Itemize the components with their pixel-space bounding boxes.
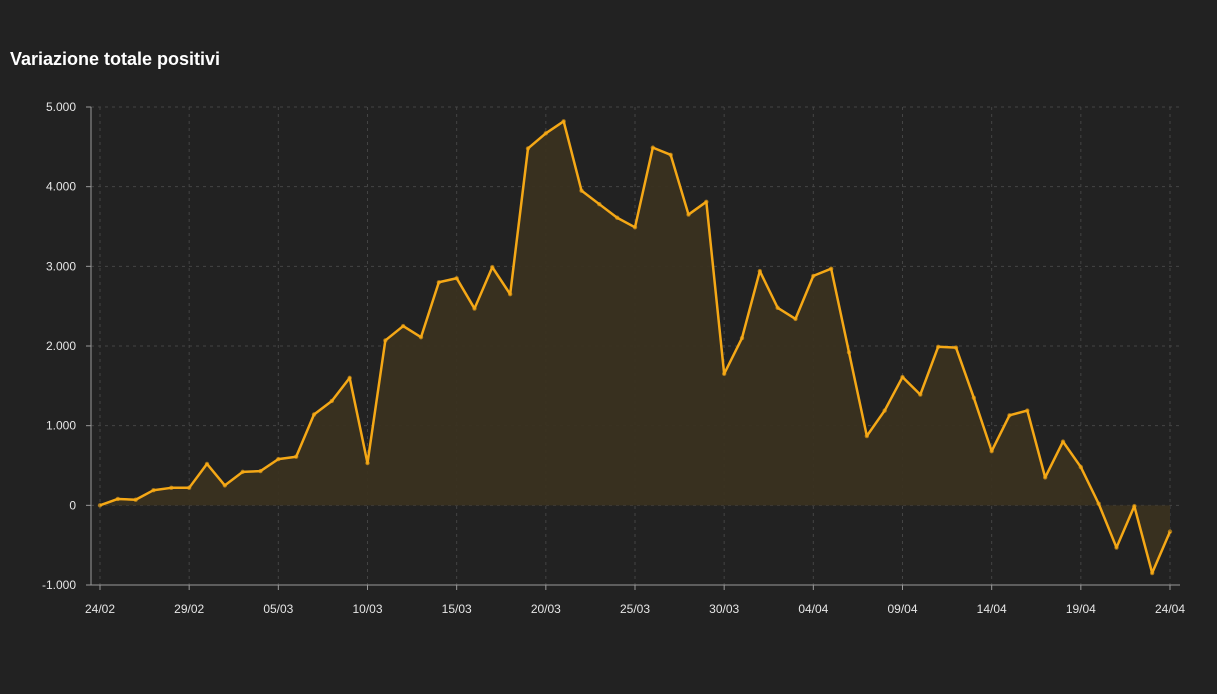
data-point bbox=[543, 131, 549, 136]
data-point bbox=[418, 335, 424, 340]
y-tick-label: 2.000 bbox=[46, 339, 76, 353]
y-tick-label: 0 bbox=[69, 498, 76, 512]
data-point bbox=[757, 268, 763, 274]
data-point bbox=[347, 375, 352, 381]
x-tick-label: 20/03 bbox=[531, 602, 561, 616]
data-point bbox=[329, 398, 335, 404]
data-point bbox=[1096, 501, 1101, 506]
data-point bbox=[953, 345, 959, 350]
data-point bbox=[97, 503, 103, 508]
data-point bbox=[525, 146, 531, 151]
x-tick-label: 05/03 bbox=[263, 602, 293, 616]
data-point bbox=[400, 323, 406, 329]
data-point bbox=[115, 496, 121, 502]
data-point bbox=[828, 266, 834, 271]
data-point bbox=[597, 201, 602, 207]
data-point bbox=[293, 454, 299, 459]
x-tick-label: 29/02 bbox=[174, 602, 204, 616]
data-point bbox=[365, 460, 370, 466]
data-point bbox=[918, 392, 923, 397]
data-point bbox=[507, 292, 513, 297]
data-point bbox=[989, 448, 994, 454]
data-point bbox=[686, 212, 691, 217]
data-point bbox=[739, 335, 745, 341]
y-tick-label: -1.000 bbox=[42, 578, 76, 592]
data-point bbox=[1078, 464, 1084, 470]
data-point bbox=[1114, 545, 1119, 550]
data-point bbox=[454, 276, 459, 281]
data-point bbox=[971, 395, 977, 400]
data-point bbox=[811, 273, 816, 279]
y-tick-label: 4.000 bbox=[46, 180, 76, 194]
data-point bbox=[276, 456, 281, 462]
data-point bbox=[900, 374, 905, 380]
data-point bbox=[882, 408, 887, 413]
y-tick-label: 5.000 bbox=[46, 100, 76, 114]
data-point bbox=[632, 225, 638, 230]
x-tick-label: 10/03 bbox=[352, 602, 382, 616]
x-tick-label: 04/04 bbox=[798, 602, 828, 616]
data-point bbox=[258, 468, 263, 474]
data-point bbox=[186, 485, 192, 491]
data-point bbox=[864, 433, 870, 439]
data-point bbox=[383, 338, 388, 343]
x-tick-label: 30/03 bbox=[709, 602, 739, 616]
y-tick-label: 3.000 bbox=[46, 259, 76, 273]
data-point bbox=[579, 188, 584, 193]
data-point bbox=[614, 215, 620, 220]
data-point bbox=[436, 280, 442, 285]
data-point bbox=[721, 371, 727, 377]
data-point bbox=[775, 305, 780, 310]
data-point bbox=[846, 350, 852, 355]
data-point bbox=[650, 145, 656, 150]
data-point bbox=[704, 199, 709, 204]
series-area bbox=[100, 121, 1170, 574]
data-point bbox=[935, 344, 941, 349]
data-point bbox=[169, 485, 174, 491]
data-point bbox=[1042, 475, 1048, 480]
data-point bbox=[151, 488, 156, 493]
x-tick-label: 15/03 bbox=[442, 602, 472, 616]
data-point bbox=[240, 469, 245, 475]
area-chart: -1.000 0 1.000 2.000 3.000 4.000 5.000 24/02 29/… bbox=[42, 100, 1185, 616]
data-point bbox=[793, 316, 798, 322]
x-tick-label: 14/04 bbox=[977, 602, 1007, 616]
x-tick-label: 25/03 bbox=[620, 602, 650, 616]
x-tick-label: 24/04 bbox=[1155, 602, 1185, 616]
data-point bbox=[561, 119, 566, 124]
data-point bbox=[1060, 439, 1066, 444]
x-tick-label: 09/04 bbox=[887, 602, 917, 616]
data-point bbox=[1025, 408, 1030, 413]
data-point bbox=[1007, 413, 1012, 418]
chart-panel: Variazione totale positivi -1.000 0 1.000 2… bbox=[0, 0, 1217, 694]
data-point bbox=[133, 497, 138, 502]
data-point bbox=[311, 412, 317, 417]
data-point bbox=[222, 483, 228, 488]
data-point bbox=[490, 264, 495, 270]
x-tick-label: 19/04 bbox=[1066, 602, 1096, 616]
data-point bbox=[1149, 570, 1155, 576]
data-point bbox=[668, 152, 673, 157]
data-point bbox=[472, 306, 477, 311]
y-tick-label: 1.000 bbox=[46, 419, 76, 433]
data-point bbox=[1132, 503, 1137, 509]
data-point bbox=[1167, 529, 1173, 534]
x-tick-label: 24/02 bbox=[85, 602, 115, 616]
data-point bbox=[204, 461, 210, 467]
